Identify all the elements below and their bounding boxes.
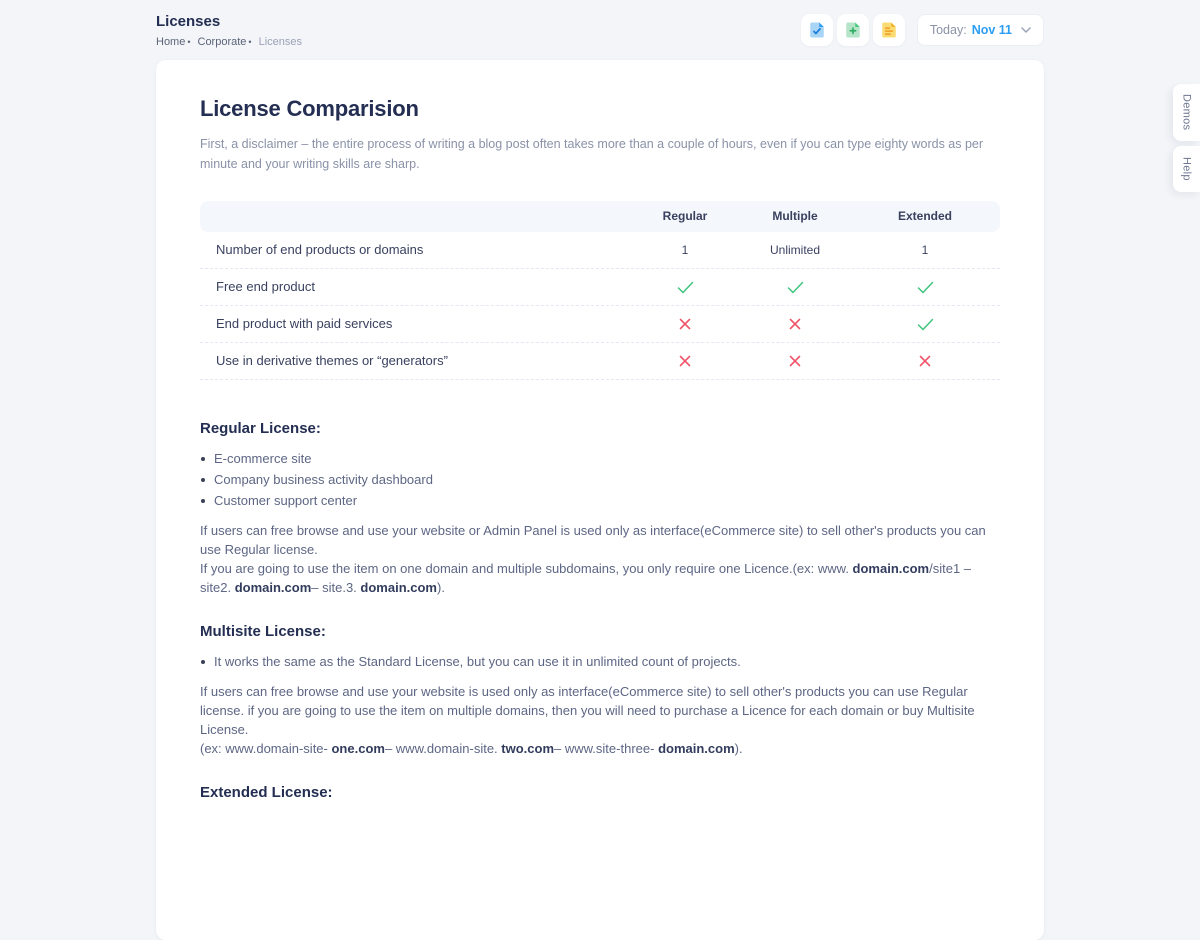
regular-license-heading: Regular License: [200, 420, 1000, 437]
side-tab-demos[interactable]: Demos [1173, 84, 1200, 141]
regular-license-paragraph: If users can free browse and use your we… [200, 521, 1000, 597]
table-cell: Unlimited [740, 243, 850, 257]
multisite-license-paragraph: If users can free browse and use your we… [200, 682, 1000, 758]
content-card: License Comparision First, a disclaimer … [156, 60, 1044, 940]
bold-text: domain.com [853, 561, 930, 576]
extended-license-section: Extended License: [200, 784, 1000, 801]
breadcrumb-current: Licenses [259, 36, 302, 48]
list-item: It works the same as the Standard Licens… [200, 655, 1000, 669]
row-label: Free end product [200, 279, 630, 294]
column-header-multiple: Multiple [740, 209, 850, 223]
row-label: End product with paid services [200, 316, 630, 331]
check-icon [677, 281, 694, 294]
table-row: End product with paid services [200, 306, 1000, 343]
multisite-license-list: It works the same as the Standard Licens… [200, 655, 1000, 669]
breadcrumb-separator: • [248, 37, 251, 47]
cross-icon [789, 318, 801, 330]
column-header-extended: Extended [850, 209, 1000, 223]
table-row: Use in derivative themes or “generators” [200, 343, 1000, 380]
table-cell: 1 [630, 243, 740, 257]
disclaimer-text: First, a disclaimer – the entire process… [200, 134, 1000, 175]
bold-text: domain.com [360, 580, 437, 595]
breadcrumb-separator: • [187, 37, 190, 47]
file-check-icon [808, 21, 826, 39]
check-icon [917, 318, 934, 331]
table-cell [740, 279, 850, 293]
list-item: Company business activity dashboard [200, 473, 1000, 487]
cross-icon [919, 355, 931, 367]
table-cell: 1 [850, 243, 1000, 257]
table-row: Free end product [200, 269, 1000, 306]
table-row: Number of end products or domains 1 Unli… [200, 232, 1000, 269]
cross-icon [679, 355, 691, 367]
file-add-button[interactable] [837, 14, 869, 46]
check-icon [917, 281, 934, 294]
file-check-button[interactable] [801, 14, 833, 46]
file-lines-button[interactable] [873, 14, 905, 46]
row-label: Use in derivative themes or “generators” [200, 353, 630, 368]
bold-text: one.com [331, 741, 384, 756]
list-item: Customer support center [200, 494, 1000, 508]
table-cell [740, 317, 850, 331]
table-cell [740, 354, 850, 368]
table-cell [630, 279, 740, 293]
breadcrumb: Home • Corporate • Licenses [156, 36, 302, 48]
bold-text: domain.com [658, 741, 735, 756]
breadcrumb-corporate[interactable]: Corporate [198, 36, 247, 48]
bold-text: domain.com [235, 580, 312, 595]
chevron-down-icon [1021, 27, 1031, 33]
table-cell [850, 354, 1000, 368]
table-cell [630, 317, 740, 331]
breadcrumb-home[interactable]: Home [156, 36, 185, 48]
cross-icon [679, 318, 691, 330]
multisite-license-heading: Multisite License: [200, 623, 1000, 640]
file-add-icon [844, 21, 862, 39]
table-header-row: Regular Multiple Extended [200, 201, 1000, 232]
page-title: Licenses [156, 13, 302, 30]
multisite-license-section: Multisite License: It works the same as … [200, 623, 1000, 758]
list-item: E-commerce site [200, 452, 1000, 466]
topbar-left: Licenses Home • Corporate • Licenses [156, 13, 302, 48]
check-icon [787, 281, 804, 294]
date-value: Nov 11 [972, 23, 1012, 37]
regular-license-section: Regular License: E-commerce site Company… [200, 420, 1000, 597]
column-header-regular: Regular [630, 209, 740, 223]
table-cell [850, 279, 1000, 293]
cross-icon [789, 355, 801, 367]
extended-license-heading: Extended License: [200, 784, 1000, 801]
license-comparison-table: Regular Multiple Extended Number of end … [200, 201, 1000, 380]
topbar-actions: Today: Nov 11 [801, 14, 1044, 46]
file-lines-icon [880, 21, 898, 39]
table-cell [630, 354, 740, 368]
date-picker-button[interactable]: Today: Nov 11 [917, 14, 1044, 46]
bold-text: two.com [501, 741, 554, 756]
side-tab-help[interactable]: Help [1173, 146, 1200, 192]
date-prefix-label: Today: [930, 23, 967, 37]
licenses-page: { "colors": { "page_bg": "#f3f5f9", "car… [0, 0, 1200, 800]
table-cell [850, 316, 1000, 330]
row-label: Number of end products or domains [200, 242, 630, 257]
regular-license-list: E-commerce site Company business activit… [200, 452, 1000, 508]
topbar: Licenses Home • Corporate • Licenses [156, 0, 1044, 60]
content-heading: License Comparision [200, 96, 1000, 122]
